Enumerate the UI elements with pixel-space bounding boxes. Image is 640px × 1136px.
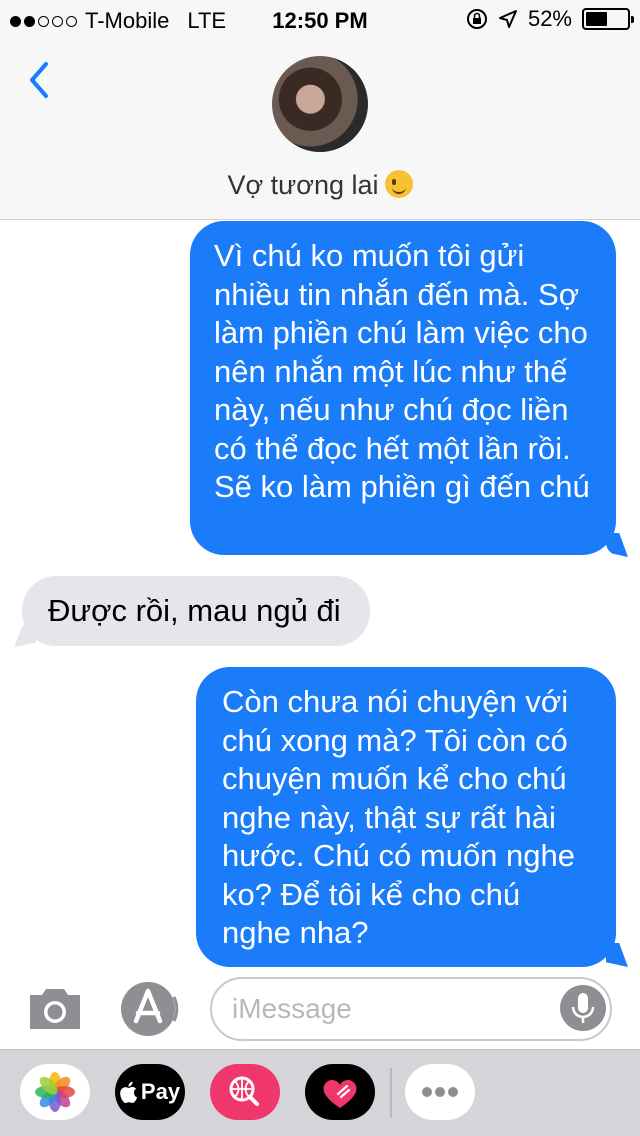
outgoing-message-bubble[interactable]: Còn chưa nói chuyện với chú xong mà? Tôi… — [196, 667, 616, 967]
winking-face-icon — [384, 170, 413, 198]
photos-icon — [35, 1072, 75, 1112]
apple-logo-icon — [120, 1081, 138, 1103]
message-thread[interactable]: Vì chú ko muốn tôi gửi nhiều tin nhắn đế… — [0, 221, 640, 971]
drawer-divider — [390, 1068, 392, 1118]
microphone-button[interactable] — [560, 985, 606, 1031]
conversation-header: Vợ tương lai — [0, 40, 640, 220]
rotation-lock-icon — [466, 9, 487, 29]
app-store-icon — [121, 982, 179, 1036]
status-right: 52% — [466, 6, 634, 32]
apple-pay-label: Pay — [140, 1079, 181, 1104]
back-button[interactable] — [22, 58, 62, 102]
more-apps-button[interactable] — [405, 1064, 475, 1120]
message-text: Vì chú ko muốn tôi gửi nhiều tin nhắn đế… — [214, 238, 590, 504]
outgoing-message-bubble[interactable]: Vì chú ko muốn tôi gửi nhiều tin nhắn đế… — [190, 221, 616, 555]
battery-fill — [586, 12, 607, 26]
battery-tip — [631, 16, 634, 23]
app-drawer: Pay — [0, 1049, 640, 1136]
heart-touch-icon — [323, 1079, 357, 1108]
incoming-message-bubble[interactable]: Được rồi, mau ngủ đi — [22, 576, 370, 646]
contact-name: Vợ tương lai — [227, 170, 379, 200]
digital-touch-app-button[interactable] — [305, 1064, 375, 1120]
contact-name-button[interactable]: Vợ tương lai — [0, 170, 640, 201]
message-text: Được rồi, mau ngủ đi — [48, 593, 341, 628]
more-dots-icon — [422, 1087, 458, 1097]
compose-bar — [0, 971, 640, 1049]
bubble-tail — [14, 625, 36, 647]
bubble-tail — [606, 943, 628, 967]
web-images-app-button[interactable] — [210, 1064, 280, 1120]
battery-percent: 52% — [527, 6, 572, 31]
apple-pay-app-button[interactable]: Pay — [115, 1064, 185, 1120]
message-text: Còn chưa nói chuyện với chú xong mà? Tôi… — [222, 684, 576, 950]
location-arrow-icon — [498, 10, 517, 28]
app-store-button[interactable] — [118, 979, 182, 1039]
camera-icon — [30, 989, 80, 1029]
camera-button[interactable] — [26, 981, 84, 1037]
microphone-icon — [571, 993, 595, 1023]
bubble-tail — [606, 533, 628, 557]
contact-avatar[interactable] — [272, 56, 368, 152]
globe-search-icon — [229, 1076, 259, 1106]
chevron-left-icon — [30, 62, 48, 98]
status-bar: T-Mobile LTE 12:50 PM 52% — [0, 0, 640, 40]
imessage-input[interactable] — [210, 977, 612, 1041]
battery-icon — [582, 8, 634, 30]
photos-app-button[interactable] — [20, 1064, 90, 1120]
